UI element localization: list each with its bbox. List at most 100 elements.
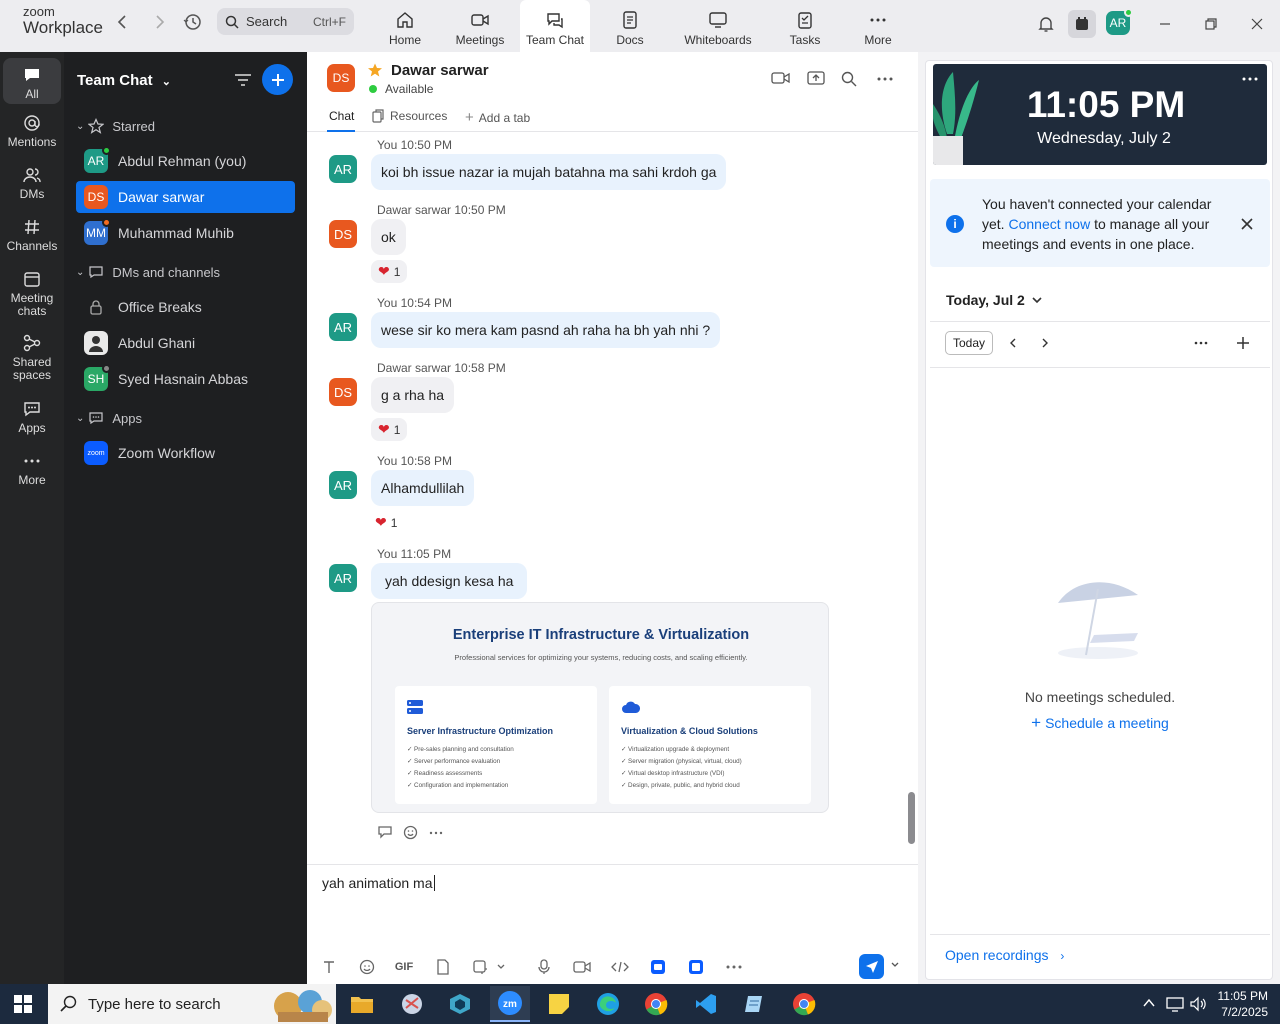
avatar[interactable]: AR — [329, 564, 357, 592]
composer-input[interactable]: yah animation ma — [322, 875, 435, 891]
add-reaction-icon[interactable] — [403, 824, 419, 840]
code-block-icon[interactable] — [609, 956, 631, 978]
back-icon[interactable] — [112, 11, 134, 33]
chevron-down-icon[interactable] — [495, 956, 507, 978]
search-icon[interactable] — [841, 71, 857, 87]
avatar[interactable]: AR — [329, 155, 357, 183]
windows-start-icon[interactable] — [14, 995, 32, 1013]
video-message-icon[interactable] — [571, 956, 593, 978]
taskbar-clock[interactable]: 11:05 PM 7/2/2025 — [1212, 988, 1268, 1020]
reply-icon[interactable] — [377, 824, 393, 840]
rail-shared-spaces[interactable]: Shared spaces — [3, 334, 61, 382]
close-icon[interactable] — [1240, 217, 1254, 231]
new-chat-button[interactable] — [262, 64, 293, 95]
taskbar-search[interactable]: Type here to search — [48, 984, 336, 1024]
format-text-icon[interactable] — [318, 956, 340, 978]
file-explorer-icon[interactable] — [346, 988, 378, 1020]
message-bubble[interactable]: g a rha ha — [371, 377, 455, 413]
user-avatar[interactable]: AR — [1106, 8, 1133, 35]
minimize-icon[interactable] — [1151, 10, 1179, 38]
sticky-notes-icon[interactable] — [543, 988, 575, 1020]
sidebar-item-office-breaks[interactable]: Office Breaks — [76, 291, 295, 323]
avatar[interactable]: AR — [329, 313, 357, 341]
reaction-badge[interactable]: ❤ 1 — [371, 418, 408, 441]
reaction-badge[interactable]: ❤ 1 — [375, 514, 397, 531]
connect-now-link[interactable]: Connect now — [1008, 216, 1090, 232]
open-recordings-link[interactable]: Open recordings › — [945, 947, 1064, 963]
next-day-icon[interactable] — [1040, 337, 1050, 349]
message-bubble[interactable]: Alhamdullilah — [371, 470, 475, 506]
message-bubble[interactable]: koi bh issue nazar ia mujah batahna ma s… — [371, 154, 727, 190]
vscode-icon[interactable] — [690, 988, 722, 1020]
avatar[interactable]: AR — [329, 471, 357, 499]
chat-scrollbar[interactable] — [908, 792, 915, 844]
contact-avatar[interactable]: DS — [327, 64, 355, 92]
share-screen-icon[interactable] — [807, 69, 825, 87]
section-dms-channels[interactable]: ⌄ DMs and channels — [76, 264, 220, 280]
message-bubble[interactable]: wese sir ko mera kam pasnd ah raha ha bh… — [371, 312, 721, 348]
rail-channels[interactable]: Channels — [3, 218, 61, 253]
app-cube-icon[interactable] — [444, 988, 476, 1020]
file-icon[interactable] — [432, 956, 454, 978]
volume-icon[interactable] — [1190, 996, 1208, 1012]
chrome-browser-icon[interactable] — [640, 988, 672, 1020]
gif-button[interactable]: GIF — [393, 956, 415, 978]
network-icon[interactable] — [1166, 996, 1184, 1012]
rail-dms[interactable]: DMs — [3, 166, 61, 201]
notepad-icon[interactable] — [738, 988, 770, 1020]
clock-more-icon[interactable] — [1242, 76, 1258, 82]
previous-day-icon[interactable] — [1008, 337, 1018, 349]
edge-browser-icon[interactable] — [592, 988, 624, 1020]
tab-home[interactable]: Home — [370, 0, 440, 52]
tab-meetings[interactable]: Meetings — [445, 0, 515, 52]
reaction-badge[interactable]: ❤ 1 — [371, 260, 408, 283]
forward-icon[interactable] — [148, 11, 170, 33]
bell-icon[interactable] — [1032, 10, 1060, 38]
tab-docs[interactable]: Docs — [595, 0, 665, 52]
section-apps[interactable]: ⌄ Apps — [76, 410, 142, 426]
message-bubble[interactable]: yah ddesign kesa ha — [371, 563, 528, 599]
sidebar-item-syed-hasnain-abbas[interactable]: SH Syed Hasnain Abbas — [76, 363, 295, 395]
more-options-icon[interactable] — [877, 76, 893, 82]
video-call-icon[interactable] — [771, 70, 791, 86]
image-attachment[interactable]: Enterprise IT Infrastructure & Virtualiz… — [371, 602, 829, 813]
contact-name[interactable]: Dawar sarwar — [391, 62, 489, 79]
snipping-tool-icon[interactable] — [396, 988, 428, 1020]
sidebar-title[interactable]: Team Chat ⌄ — [77, 72, 171, 89]
rail-all[interactable]: All — [3, 58, 61, 104]
tray-chevron-up-icon[interactable] — [1142, 997, 1156, 1009]
sidebar-item-abdul-rehman[interactable]: AR Abdul Rehman (you) — [76, 145, 295, 177]
chrome-browser-2-icon[interactable] — [788, 988, 820, 1020]
screenshot-icon[interactable] — [469, 956, 491, 978]
tab-chat[interactable]: Chat — [329, 109, 354, 123]
section-starred[interactable]: ⌄ Starred — [76, 118, 155, 134]
app-integration-icon[interactable] — [647, 956, 669, 978]
schedule-meeting-link[interactable]: + Schedule a meeting — [926, 713, 1274, 733]
more-tools-icon[interactable] — [723, 956, 745, 978]
calendar-app-icon[interactable] — [1068, 10, 1096, 38]
tab-add[interactable]: + Add a tab — [465, 109, 530, 126]
avatar[interactable]: DS — [329, 220, 357, 248]
send-options-chevron-icon[interactable] — [890, 960, 900, 970]
send-button[interactable] — [859, 954, 884, 979]
star-filled-icon[interactable] — [367, 62, 383, 78]
today-button[interactable]: Today — [945, 331, 993, 355]
day-selector[interactable]: Today, Jul 2 — [946, 292, 1043, 308]
close-window-icon[interactable] — [1243, 10, 1271, 38]
tab-whiteboards[interactable]: Whiteboards — [680, 0, 756, 52]
rail-apps[interactable]: Apps — [3, 400, 61, 435]
sidebar-item-muhammad-muhib[interactable]: MM Muhammad Muhib — [76, 217, 295, 249]
sidebar-item-zoom-workflow[interactable]: zoom Zoom Workflow — [76, 437, 295, 469]
zoom-taskbar-icon[interactable]: zm — [490, 986, 530, 1022]
tab-tasks[interactable]: Tasks — [770, 0, 840, 52]
rail-meeting-chats[interactable]: Meeting chats — [3, 270, 61, 318]
tab-resources[interactable]: Resources — [371, 109, 447, 123]
rail-mentions[interactable]: Mentions — [3, 114, 61, 149]
avatar[interactable]: DS — [329, 378, 357, 406]
sidebar-item-dawar-sarwar[interactable]: DS Dawar sarwar — [76, 181, 295, 213]
sidebar-item-abdul-ghani[interactable]: Abdul Ghani — [76, 327, 295, 359]
tab-team-chat[interactable]: Team Chat — [520, 0, 590, 52]
add-event-icon[interactable] — [1236, 336, 1250, 350]
filter-icon[interactable] — [234, 72, 252, 88]
more-actions-icon[interactable] — [429, 824, 443, 840]
